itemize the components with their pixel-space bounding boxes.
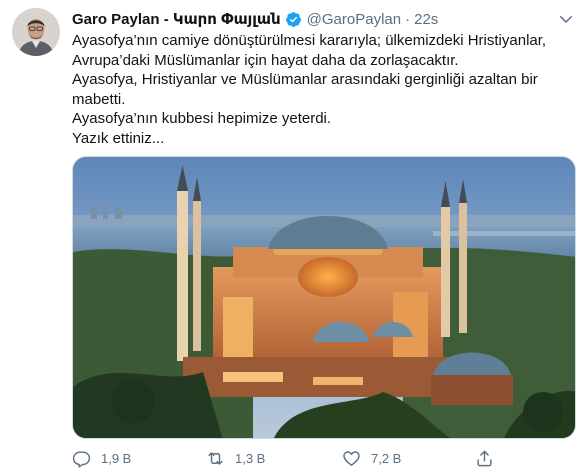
tweet-actions: 1,9 B 1,3 B 7,2 B — [72, 449, 582, 473]
separator-dot: · — [405, 10, 411, 28]
reply-button[interactable]: 1,9 B — [72, 449, 131, 468]
heart-icon — [343, 451, 360, 466]
like-button[interactable]: 7,2 B — [342, 449, 401, 468]
share-icon — [477, 450, 492, 467]
tweet-photo[interactable] — [72, 156, 576, 439]
tweet-text-line: mabetti. — [72, 90, 126, 108]
tweet-card[interactable]: Garo Paylan - Կարո Փայլան @GaroPaylan · … — [0, 0, 587, 476]
avatar[interactable] — [12, 8, 60, 56]
retweet-button[interactable]: 1,3 B — [206, 449, 265, 468]
author-name[interactable]: Garo Paylan - Կարո Փայլան — [72, 10, 281, 28]
share-button[interactable] — [475, 449, 504, 468]
tweet-header: Garo Paylan - Կարո Փայլան @GaroPaylan · … — [72, 9, 438, 29]
verified-badge-icon — [285, 11, 301, 27]
author-handle[interactable]: @GaroPaylan — [307, 11, 401, 28]
hagia-sophia-photo — [73, 157, 575, 438]
tweet-text-line: Avrupa’daki Müslümanlar için hayat daha … — [72, 51, 459, 69]
like-count: 7,2 B — [371, 451, 402, 466]
reply-count: 1,9 B — [101, 451, 132, 466]
retweet-count: 1,3 B — [235, 451, 266, 466]
tweet-text-line: Ayasofya, Hristiyanlar ve Müslümanlar ar… — [72, 71, 538, 88]
tweet-text-line: Yazık ettiniz... — [72, 129, 165, 147]
tweet-timestamp[interactable]: 22s — [414, 11, 438, 28]
retweet-icon — [208, 452, 223, 465]
tweet-text: Ayasofya’nın camiye dönüştürülmesi karar… — [72, 31, 572, 148]
tweet-text-line: Ayasofya’nın kubbesi hepimize yeterdi. — [72, 110, 332, 127]
chevron-down-icon[interactable] — [557, 10, 575, 28]
avatar-photo — [12, 8, 60, 56]
reply-icon — [72, 451, 91, 468]
tweet-text-line: Ayasofya’nın camiye dönüştürülmesi karar… — [72, 32, 547, 49]
